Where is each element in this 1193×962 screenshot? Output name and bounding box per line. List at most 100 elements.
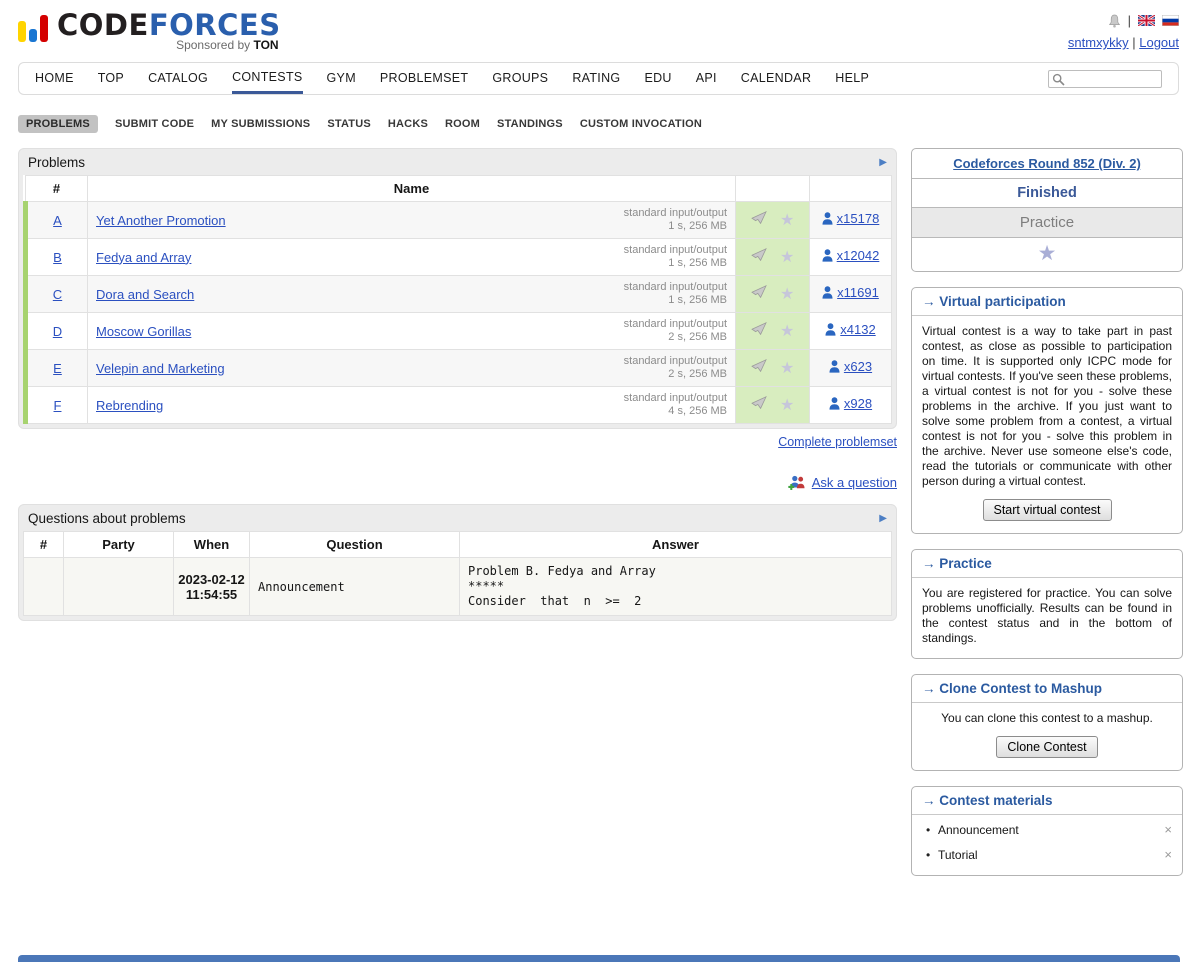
question-num [24, 558, 64, 616]
expand-arrow-icon[interactable]: ▶ [879, 513, 887, 524]
solved-count-link[interactable]: x11691 [822, 285, 879, 300]
language-row: | [1068, 13, 1179, 28]
nav-item-edu[interactable]: EDU [644, 63, 671, 94]
solved-count-link[interactable]: x928 [829, 396, 872, 411]
table-row: A Yet Another Promotion standard input/o… [26, 202, 892, 239]
problem-index-link[interactable]: D [53, 324, 62, 339]
solved-count: x11691 [837, 285, 879, 300]
problem-io: standard input/output [624, 355, 727, 369]
username-link[interactable]: sntmxykky [1068, 35, 1129, 50]
contest-navigation: PROBLEMS SUBMIT CODE MY SUBMISSIONS STAT… [18, 115, 1179, 133]
contest-materials-title: → Contest materials [912, 787, 1182, 815]
tab-submit-code[interactable]: SUBMIT CODE [115, 118, 194, 130]
virtual-participation-text: Virtual contest is a way to take part in… [912, 316, 1182, 497]
nav-item-contests[interactable]: CONTESTS [232, 63, 302, 94]
start-virtual-contest-button[interactable]: Start virtual contest [983, 499, 1112, 521]
material-announcement-link[interactable]: Announcement [938, 823, 1019, 837]
logo-bar-red [40, 15, 48, 42]
russian-flag-icon[interactable] [1162, 15, 1179, 26]
nav-item-catalog[interactable]: CATALOG [148, 63, 208, 94]
nav-item-problemset[interactable]: PROBLEMSET [380, 63, 468, 94]
favorite-star-icon[interactable]: ★ [780, 397, 794, 414]
questions-panel: Questions about problems ▶ # Party When … [18, 504, 897, 621]
problem-name-link[interactable]: Velepin and Marketing [96, 361, 225, 376]
problem-index-link[interactable]: B [53, 250, 62, 265]
close-icon[interactable]: × [1164, 822, 1172, 837]
tab-custom-invocation[interactable]: CUSTOM INVOCATION [580, 118, 702, 130]
nav-item-rating[interactable]: RATING [572, 63, 620, 94]
nav-item-gym[interactable]: GYM [327, 63, 356, 94]
favorite-star-icon[interactable]: ★ [780, 249, 794, 266]
problem-index-link[interactable]: E [53, 361, 62, 376]
solved-count: x928 [844, 396, 872, 411]
complete-problemset-link[interactable]: Complete problemset [778, 435, 897, 449]
problem-name-link[interactable]: Yet Another Promotion [96, 213, 226, 228]
practice-title: → Practice [912, 550, 1182, 578]
favorite-star-icon[interactable]: ★ [780, 286, 794, 303]
bullet-icon: • [926, 823, 930, 837]
clone-button-row: Clone Contest [912, 734, 1182, 770]
problem-name-link[interactable]: Dora and Search [96, 287, 194, 302]
column-header-when: When [174, 532, 250, 558]
problem-name-link[interactable]: Fedya and Array [96, 250, 191, 265]
logo-bar-blue [29, 29, 37, 42]
problem-limits: standard input/output 2 s, 256 MB [624, 318, 727, 345]
expand-arrow-icon[interactable]: ▶ [879, 157, 887, 168]
submit-plane-icon[interactable] [751, 396, 767, 413]
material-tutorial-link[interactable]: Tutorial [938, 848, 978, 862]
problem-index-link[interactable]: F [54, 398, 62, 413]
problems-caption-bar: Problems ▶ [23, 153, 892, 175]
problem-name-link[interactable]: Moscow Gorillas [96, 324, 191, 339]
list-item: • Tutorial × [912, 842, 1182, 867]
submit-plane-icon[interactable] [751, 322, 767, 339]
problem-limits: standard input/output 4 s, 256 MB [624, 392, 727, 419]
nav-item-calendar[interactable]: CALENDAR [741, 63, 811, 94]
submit-plane-icon[interactable] [751, 248, 767, 265]
tab-hacks[interactable]: HACKS [388, 118, 428, 130]
main-column: Problems ▶ # Name A [18, 148, 897, 621]
favorite-star-icon[interactable]: ★ [780, 360, 794, 377]
problem-index-link[interactable]: C [53, 287, 62, 302]
nav-item-home[interactable]: HOME [35, 63, 74, 94]
codeforces-logo[interactable]: CODEFORCES Sponsored by TON [18, 10, 281, 52]
column-header-actions [736, 176, 810, 202]
problem-io: standard input/output [624, 392, 727, 406]
problems-table: # Name A Yet Another Promotion [23, 175, 892, 424]
logout-link[interactable]: Logout [1139, 35, 1179, 50]
ask-question-link[interactable]: Ask a question [812, 475, 897, 490]
problem-name-link[interactable]: Rebrending [96, 398, 163, 413]
submit-plane-icon[interactable] [751, 211, 767, 228]
nav-item-api[interactable]: API [696, 63, 717, 94]
tab-standings[interactable]: STANDINGS [497, 118, 563, 130]
contest-title-row: Codeforces Round 852 (Div. 2) [912, 149, 1182, 179]
nav-item-groups[interactable]: GROUPS [492, 63, 548, 94]
submit-plane-icon[interactable] [751, 359, 767, 376]
tab-status[interactable]: STATUS [327, 118, 371, 130]
search-input[interactable] [1048, 70, 1162, 88]
materials-list: • Announcement × • Tutorial × [912, 815, 1182, 875]
english-flag-icon[interactable] [1138, 15, 1155, 26]
submit-plane-icon[interactable] [751, 285, 767, 302]
favorite-star-icon[interactable]: ★ [780, 212, 794, 229]
nav-item-top[interactable]: TOP [98, 63, 124, 94]
favorite-star-icon[interactable]: ★ [780, 323, 794, 340]
problem-index-link[interactable]: A [53, 213, 62, 228]
solved-count-link[interactable]: x15178 [822, 211, 880, 226]
table-row: C Dora and Search standard input/output … [26, 276, 892, 313]
tab-problems[interactable]: PROBLEMS [18, 115, 98, 133]
tab-room[interactable]: ROOM [445, 118, 480, 130]
solved-count-link[interactable]: x4132 [825, 322, 875, 337]
problems-header-row: # Name [26, 176, 892, 202]
solved-count-link[interactable]: x12042 [822, 248, 880, 263]
solved-count-link[interactable]: x623 [829, 359, 872, 374]
ask-question-icon [788, 475, 806, 490]
bell-icon[interactable] [1108, 14, 1121, 28]
clone-contest-button[interactable]: Clone Contest [996, 736, 1097, 758]
contest-title-link[interactable]: Codeforces Round 852 (Div. 2) [953, 156, 1141, 171]
close-icon[interactable]: × [1164, 847, 1172, 862]
search-box [1048, 70, 1162, 88]
favorite-star-icon[interactable]: ★ [1038, 242, 1057, 265]
nav-item-help[interactable]: HELP [835, 63, 869, 94]
tab-my-submissions[interactable]: MY SUBMISSIONS [211, 118, 310, 130]
clone-contest-title: → Clone Contest to Mashup [912, 675, 1182, 703]
